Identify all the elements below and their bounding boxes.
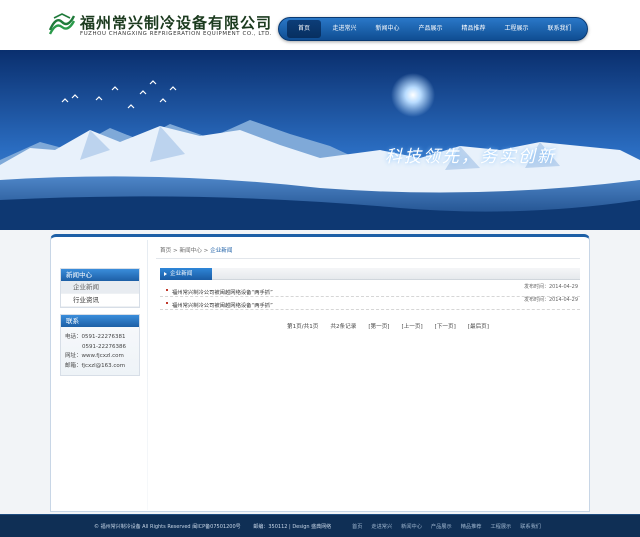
news-date: 发布时间：2014-04-29 xyxy=(523,284,578,290)
nav-item-about[interactable]: 走进常兴 xyxy=(323,17,366,41)
sidebar-item-company-news[interactable]: 企业新闻 xyxy=(61,281,139,294)
footer-link-home[interactable]: 首页 xyxy=(352,524,362,530)
pagination: 第1页/共1页 共2条记录 [第一页] [上一页] [下一页] [最后页] xyxy=(287,322,489,330)
nav-item-products[interactable]: 产品展示 xyxy=(409,17,452,41)
first-page-link[interactable]: [第一页] xyxy=(368,324,389,330)
main-nav: 首页 走进常兴 新闻中心 产品展示 精品推荐 工程展示 联系我们 xyxy=(278,17,588,41)
phone-number-2: 0591-22276386 xyxy=(82,343,126,350)
contact-title: 联系 xyxy=(61,315,139,327)
banner-mountain-image xyxy=(0,50,640,230)
hero-banner: 科技领先，务实创新 xyxy=(0,50,640,230)
footer-link-projects[interactable]: 工程展示 xyxy=(490,524,511,530)
nav-item-home[interactable]: 首页 xyxy=(287,20,321,38)
page-info: 第1页/共1页 xyxy=(287,324,319,330)
phone-label: 电话： xyxy=(65,334,82,340)
nav-item-news[interactable]: 新闻中心 xyxy=(366,17,409,41)
footer-link-products[interactable]: 产品展示 xyxy=(431,524,452,530)
footer-copyright: © 福州常兴制冷设备 All Rights Reserved 闽ICP备0750… xyxy=(94,524,241,530)
nav-item-featured[interactable]: 精品推荐 xyxy=(452,17,495,41)
breadcrumb: 首页 > 新闻中心 > 企业新闻 xyxy=(160,246,232,254)
bullet-icon xyxy=(166,302,168,304)
breadcrumb-separator: > xyxy=(201,248,211,254)
footer-postcode: 邮编：350112 xyxy=(253,524,288,530)
company-name-cn: 福州常兴制冷设备有限公司 xyxy=(80,14,273,32)
next-page-link[interactable]: [下一页] xyxy=(435,324,456,330)
contact-info: 电话：0591-22276381 0591-22276386 网址：www.fj… xyxy=(61,327,139,375)
company-logo-icon[interactable] xyxy=(48,12,76,38)
company-name-en: FUZHOU CHANGXING REFRIGERATION EQUIPMENT… xyxy=(80,31,273,37)
footer-link-news[interactable]: 新闻中心 xyxy=(401,524,422,530)
footer-link-about[interactable]: 走进常兴 xyxy=(371,524,392,530)
news-category-title: 新闻中心 xyxy=(61,269,139,281)
breadcrumb-current: 企业新闻 xyxy=(210,248,233,254)
banner-slogan: 科技领先，务实创新 xyxy=(385,147,556,167)
news-title-link[interactable]: 福州常兴制冷公司被闽越网络设备“两手抓” xyxy=(172,288,273,296)
section-header: 企业新闻 xyxy=(160,268,580,280)
news-date: 发布时间：2014-04-29 xyxy=(523,297,578,303)
sidebar: 新闻中心 企业新闻 行业资讯 联系 电话：0591-22276381 0591-… xyxy=(60,268,140,382)
breadcrumb-divider xyxy=(156,258,580,259)
news-title-link[interactable]: 福州常兴制冷公司被闽越网络设备“两手抓” xyxy=(172,301,273,309)
breadcrumb-home[interactable]: 首页 xyxy=(160,248,171,254)
footer-link-contact[interactable]: 联系我们 xyxy=(520,524,541,530)
last-page-link[interactable]: [最后页] xyxy=(468,324,489,330)
breadcrumb-section[interactable]: 新闻中心 xyxy=(179,248,201,254)
list-item: 福州常兴制冷公司被闽越网络设备“两手抓” 发布时间：2014-04-29 xyxy=(160,284,580,297)
nav-item-contact[interactable]: 联系我们 xyxy=(538,17,581,41)
nav-item-projects[interactable]: 工程展示 xyxy=(495,17,538,41)
bullet-icon xyxy=(166,289,168,291)
sidebar-item-industry-news[interactable]: 行业资讯 xyxy=(61,294,139,307)
prev-page-link[interactable]: [上一页] xyxy=(401,324,422,330)
site-footer: © 福州常兴制冷设备 All Rights Reserved 闽ICP备0750… xyxy=(0,514,640,537)
footer-info: © 福州常兴制冷设备 All Rights Reserved 闽ICP备0750… xyxy=(94,524,332,530)
footer-nav: 首页 走进常兴 新闻中心 产品展示 精品推荐 工程展示 联系我们 xyxy=(352,523,541,530)
footer-design[interactable]: Design 盛典网络 xyxy=(292,524,331,530)
sidebar-divider xyxy=(147,240,148,510)
section-title: 企业新闻 xyxy=(160,268,212,280)
contact-box: 联系 电话：0591-22276381 0591-22276386 网址：www… xyxy=(60,314,140,376)
footer-link-featured[interactable]: 精品推荐 xyxy=(461,524,482,530)
list-item: 福州常兴制冷公司被闽越网络设备“两手抓” 发布时间：2014-04-29 xyxy=(160,297,580,310)
news-category-box: 新闻中心 企业新闻 行业资讯 xyxy=(60,268,140,308)
email-text: 邮箱：fjcxzl@163.com xyxy=(65,362,126,369)
record-count: 共2条记录 xyxy=(330,324,357,330)
phone-number-1: 0591-22276381 xyxy=(81,334,126,340)
site-header: 福州常兴制冷设备有限公司 FUZHOU CHANGXING REFRIGERAT… xyxy=(0,0,640,50)
website-text: 网址：www.fjcxzl.com xyxy=(65,353,124,359)
